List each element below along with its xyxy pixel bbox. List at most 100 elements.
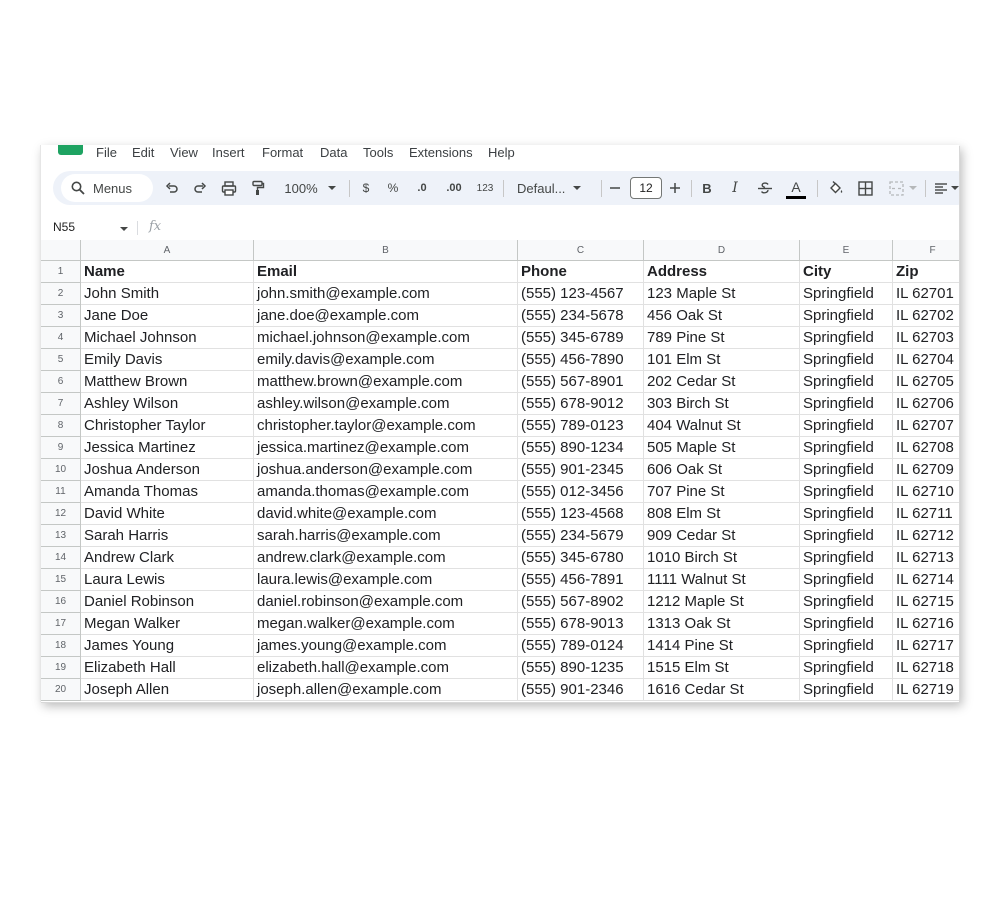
cell-d5[interactable]: 101 Elm St	[644, 349, 800, 371]
menu-format[interactable]: Format	[262, 145, 303, 161]
redo-button[interactable]	[191, 171, 209, 205]
cell-b3[interactable]: jane.doe@example.com	[254, 305, 518, 327]
cell-a17[interactable]: Megan Walker	[81, 613, 254, 635]
menu-tools[interactable]: Tools	[363, 145, 393, 161]
cell-a20[interactable]: Joseph Allen	[81, 679, 254, 701]
cell-a9[interactable]: Jessica Martinez	[81, 437, 254, 459]
cell-a7[interactable]: Ashley Wilson	[81, 393, 254, 415]
cell-b10[interactable]: joshua.anderson@example.com	[254, 459, 518, 481]
cell-b20[interactable]: joseph.allen@example.com	[254, 679, 518, 701]
menu-file[interactable]: File	[96, 145, 117, 161]
chevron-down-icon[interactable]	[120, 227, 128, 231]
cell-a16[interactable]: Daniel Robinson	[81, 591, 254, 613]
paint-format-button[interactable]	[249, 171, 267, 205]
row-header[interactable]: 4	[41, 327, 81, 349]
cell-e16[interactable]: Springfield	[800, 591, 893, 613]
more-formats-button[interactable]: 123	[473, 171, 497, 205]
cell-c19[interactable]: (555) 890-1235	[518, 657, 644, 679]
horizontal-align-button[interactable]	[933, 171, 959, 205]
cell-f4[interactable]: IL 62703	[893, 327, 959, 349]
cell-c2[interactable]: (555) 123-4567	[518, 283, 644, 305]
italic-button[interactable]: I	[727, 171, 743, 205]
row-header[interactable]: 16	[41, 591, 81, 613]
percent-format-button[interactable]: %	[385, 171, 401, 205]
row-header[interactable]: 6	[41, 371, 81, 393]
row-header[interactable]: 13	[41, 525, 81, 547]
cell-b7[interactable]: ashley.wilson@example.com	[254, 393, 518, 415]
menu-view[interactable]: View	[170, 145, 198, 161]
cell-f2[interactable]: IL 62701	[893, 283, 959, 305]
cell-e5[interactable]: Springfield	[800, 349, 893, 371]
cell-c16[interactable]: (555) 567-8902	[518, 591, 644, 613]
cell-f5[interactable]: IL 62704	[893, 349, 959, 371]
cell-b16[interactable]: daniel.robinson@example.com	[254, 591, 518, 613]
zoom-select[interactable]: 100%	[279, 171, 341, 205]
cell-b6[interactable]: matthew.brown@example.com	[254, 371, 518, 393]
cell-e3[interactable]: Springfield	[800, 305, 893, 327]
cell-f20[interactable]: IL 62719	[893, 679, 959, 701]
cell-f8[interactable]: IL 62707	[893, 415, 959, 437]
text-color-button[interactable]: A	[785, 171, 807, 205]
cell-c17[interactable]: (555) 678-9013	[518, 613, 644, 635]
row-header[interactable]: 10	[41, 459, 81, 481]
cell-b15[interactable]: laura.lewis@example.com	[254, 569, 518, 591]
cell-d14[interactable]: 1010 Birch St	[644, 547, 800, 569]
cell-b17[interactable]: megan.walker@example.com	[254, 613, 518, 635]
cell-a6[interactable]: Matthew Brown	[81, 371, 254, 393]
row-header[interactable]: 5	[41, 349, 81, 371]
cell-a14[interactable]: Andrew Clark	[81, 547, 254, 569]
cell-d13[interactable]: 909 Cedar St	[644, 525, 800, 547]
menu-help[interactable]: Help	[488, 145, 515, 161]
row-header[interactable]: 9	[41, 437, 81, 459]
cell-d8[interactable]: 404 Walnut St	[644, 415, 800, 437]
cell-a5[interactable]: Emily Davis	[81, 349, 254, 371]
cell-c14[interactable]: (555) 345-6780	[518, 547, 644, 569]
name-box[interactable]: N55	[53, 220, 75, 234]
cell-c4[interactable]: (555) 345-6789	[518, 327, 644, 349]
cell-e14[interactable]: Springfield	[800, 547, 893, 569]
cell-f9[interactable]: IL 62708	[893, 437, 959, 459]
cell-c3[interactable]: (555) 234-5678	[518, 305, 644, 327]
cell-d16[interactable]: 1212 Maple St	[644, 591, 800, 613]
column-header-b[interactable]: B	[254, 240, 518, 261]
cell-e4[interactable]: Springfield	[800, 327, 893, 349]
cell-f3[interactable]: IL 62702	[893, 305, 959, 327]
increase-font-size-button[interactable]	[667, 171, 683, 205]
fill-color-button[interactable]	[825, 171, 847, 205]
cell-f6[interactable]: IL 62705	[893, 371, 959, 393]
cell-f11[interactable]: IL 62710	[893, 481, 959, 503]
formula-input[interactable]	[171, 219, 931, 237]
menu-insert[interactable]: Insert	[212, 145, 245, 161]
cell-e7[interactable]: Springfield	[800, 393, 893, 415]
cell-c12[interactable]: (555) 123-4568	[518, 503, 644, 525]
cell-c13[interactable]: (555) 234-5679	[518, 525, 644, 547]
cell-a13[interactable]: Sarah Harris	[81, 525, 254, 547]
cell-e11[interactable]: Springfield	[800, 481, 893, 503]
print-button[interactable]	[219, 171, 239, 205]
cell-e19[interactable]: Springfield	[800, 657, 893, 679]
cell-b11[interactable]: amanda.thomas@example.com	[254, 481, 518, 503]
cell-a4[interactable]: Michael Johnson	[81, 327, 254, 349]
menu-extensions[interactable]: Extensions	[409, 145, 473, 161]
cell-d9[interactable]: 505 Maple St	[644, 437, 800, 459]
currency-format-button[interactable]: $	[359, 171, 373, 205]
cell-d2[interactable]: 123 Maple St	[644, 283, 800, 305]
cell-b19[interactable]: elizabeth.hall@example.com	[254, 657, 518, 679]
cell-e1[interactable]: City	[800, 261, 893, 283]
font-select[interactable]: Defaul...	[511, 171, 595, 205]
cell-c11[interactable]: (555) 012-3456	[518, 481, 644, 503]
cell-c15[interactable]: (555) 456-7891	[518, 569, 644, 591]
column-header-f[interactable]: F	[893, 240, 959, 261]
cell-d19[interactable]: 1515 Elm St	[644, 657, 800, 679]
cell-c10[interactable]: (555) 901-2345	[518, 459, 644, 481]
cell-f14[interactable]: IL 62713	[893, 547, 959, 569]
cell-a19[interactable]: Elizabeth Hall	[81, 657, 254, 679]
decrease-font-size-button[interactable]	[607, 171, 623, 205]
row-header[interactable]: 3	[41, 305, 81, 327]
cell-d12[interactable]: 808 Elm St	[644, 503, 800, 525]
row-header[interactable]: 19	[41, 657, 81, 679]
row-header[interactable]: 17	[41, 613, 81, 635]
cell-d1[interactable]: Address	[644, 261, 800, 283]
row-header[interactable]: 11	[41, 481, 81, 503]
cell-a11[interactable]: Amanda Thomas	[81, 481, 254, 503]
